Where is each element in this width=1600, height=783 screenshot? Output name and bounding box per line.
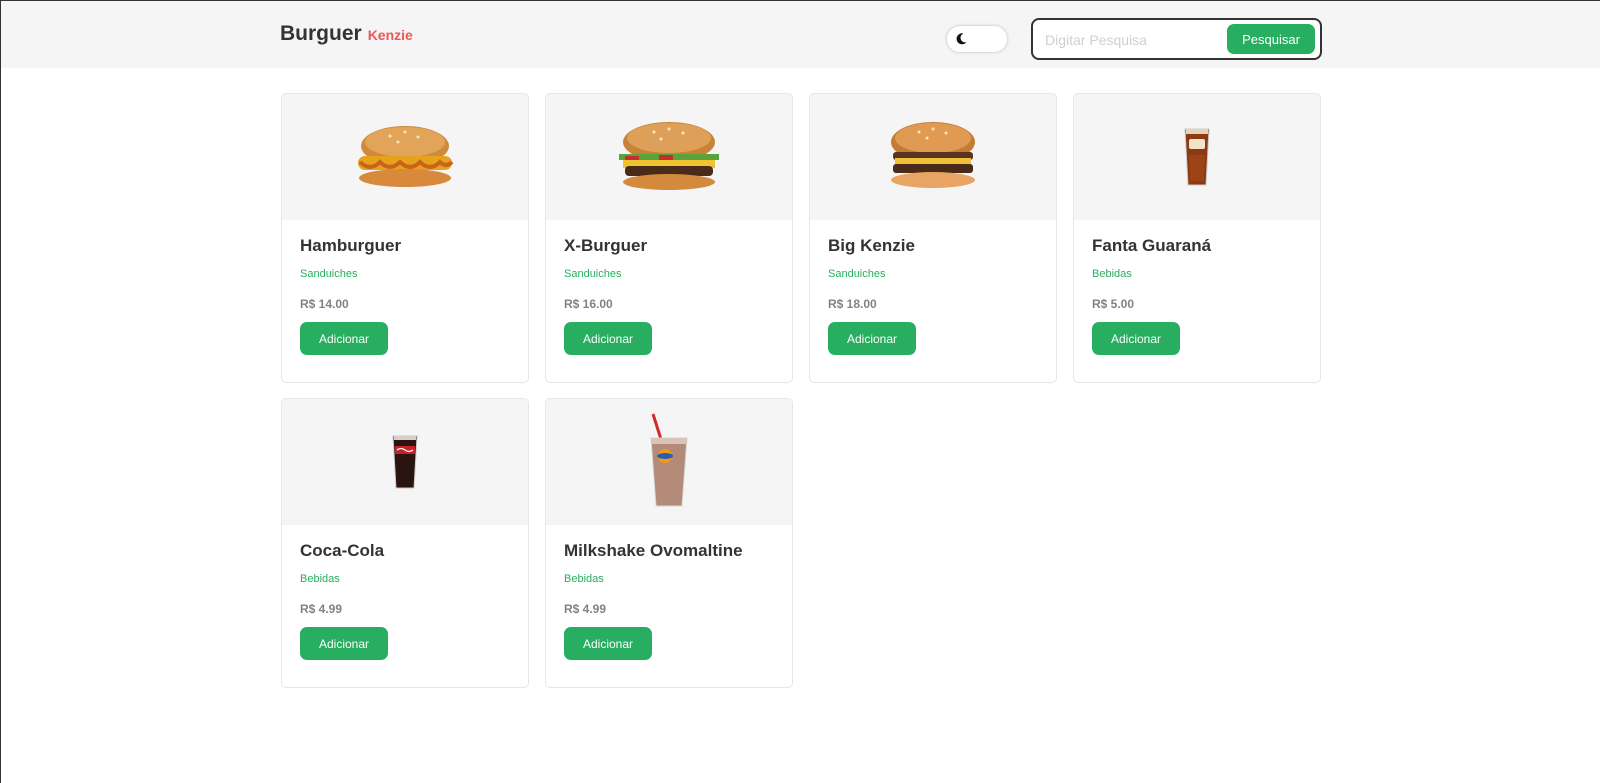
product-category: Sanduiches	[300, 268, 358, 280]
product-price: R$ 18.00	[828, 297, 877, 311]
coca-cola-glass-image	[282, 399, 528, 525]
add-to-cart-button[interactable]: Adicionar	[300, 322, 388, 355]
product-category: Bebidas	[300, 573, 340, 585]
product-card: X-Burguer Sanduiches R$ 16.00 Adicionar	[545, 93, 793, 383]
product-name: Hamburguer	[300, 236, 402, 255]
product-card: Coca-Cola Bebidas R$ 4.99 Adicionar	[281, 398, 529, 688]
brand-main: Burguer	[280, 22, 362, 45]
product-category: Sanduiches	[564, 268, 622, 280]
fanta-glass-image	[1074, 94, 1320, 220]
product-name: Big Kenzie	[828, 236, 915, 255]
product-card: Milkshake Ovomaltine Bebidas R$ 4.99 Adi…	[545, 398, 793, 688]
add-to-cart-button[interactable]: Adicionar	[564, 627, 652, 660]
header: Burguer Kenzie Pesquisar	[1, 1, 1600, 68]
product-grid: Hamburguer Sanduiches R$ 14.00 Adicionar	[281, 93, 1323, 688]
product-price: R$ 5.00	[1092, 297, 1135, 311]
product-category: Sanduiches	[828, 268, 886, 280]
search-box: Pesquisar	[1031, 18, 1322, 60]
product-price: R$ 14.00	[300, 297, 349, 311]
product-category: Bebidas	[564, 573, 604, 585]
product-price: R$ 4.99	[300, 602, 343, 616]
product-card: Hamburguer Sanduiches R$ 14.00 Adicionar	[281, 93, 529, 383]
add-to-cart-button[interactable]: Adicionar	[828, 322, 916, 355]
product-price: R$ 16.00	[564, 297, 613, 311]
moon-icon	[951, 29, 971, 49]
logo: Burguer Kenzie	[280, 22, 413, 46]
add-to-cart-button[interactable]: Adicionar	[564, 322, 652, 355]
theme-toggle[interactable]	[947, 26, 1007, 52]
product-name: Coca-Cola	[300, 541, 385, 560]
milkshake-image	[546, 399, 792, 525]
product-name: X-Burguer	[564, 236, 648, 255]
product-name: Milkshake Ovomaltine	[564, 541, 743, 560]
big-kenzie-image	[810, 94, 1056, 220]
search-input[interactable]	[1045, 28, 1215, 52]
product-price: R$ 4.99	[564, 602, 607, 616]
x-burger-image	[546, 94, 792, 220]
search-button[interactable]: Pesquisar	[1227, 24, 1315, 54]
product-card: Big Kenzie Sanduiches R$ 18.00 Adicionar	[809, 93, 1057, 383]
product-name: Fanta Guaraná	[1092, 236, 1212, 255]
brand-sub: Kenzie	[367, 27, 413, 43]
product-card: Fanta Guaraná Bebidas R$ 5.00 Adicionar	[1073, 93, 1321, 383]
add-to-cart-button[interactable]: Adicionar	[300, 627, 388, 660]
add-to-cart-button[interactable]: Adicionar	[1092, 322, 1180, 355]
hamburger-image	[282, 94, 528, 220]
product-category: Bebidas	[1092, 268, 1132, 280]
